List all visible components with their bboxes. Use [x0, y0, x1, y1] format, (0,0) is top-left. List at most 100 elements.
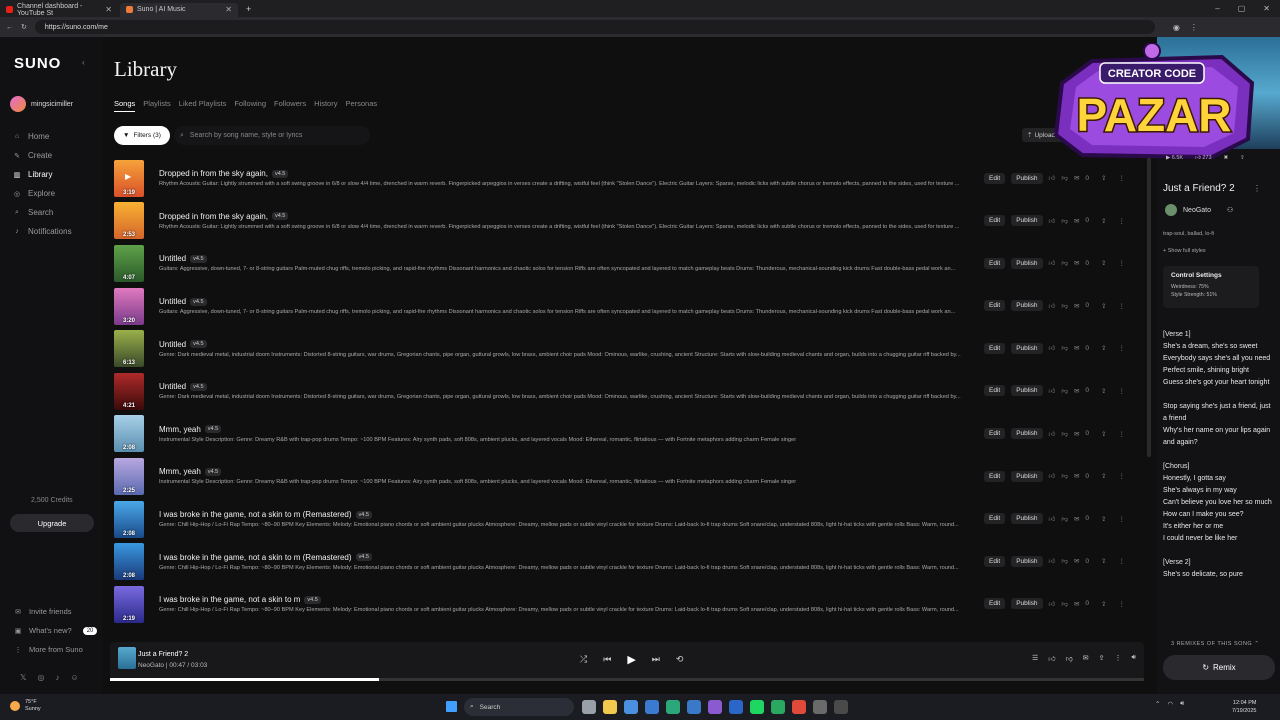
song-thumbnail[interactable]: 4:21	[114, 372, 144, 410]
sidebar-item-library[interactable]: ▥ Library	[13, 165, 72, 184]
more-options-icon[interactable]: ⋮	[1118, 430, 1125, 438]
taskbar-app-icon[interactable]	[666, 700, 680, 714]
song-row[interactable]: 2:08 I was broke in the game, not a skin …	[114, 498, 1149, 541]
edit-button[interactable]: Edit	[984, 428, 1006, 440]
share-icon[interactable]: ⇪	[1101, 259, 1106, 267]
taskbar-app-icon[interactable]	[708, 700, 722, 714]
comment-icon[interactable]: ✉	[1074, 344, 1079, 352]
song-title-text[interactable]: Untitled	[159, 340, 186, 349]
instagram-icon[interactable]: ◎	[37, 673, 44, 682]
song-title-text[interactable]: Untitled	[159, 382, 186, 391]
more-options-icon[interactable]: ⋮	[1118, 472, 1125, 480]
dislike-icon[interactable]: 👎︎	[1061, 217, 1068, 225]
taskbar-app-icon[interactable]	[603, 700, 617, 714]
taskbar-app-icon[interactable]	[582, 700, 596, 714]
suno-logo[interactable]: SUNO	[14, 55, 61, 72]
publish-button[interactable]: Publish	[1011, 385, 1043, 397]
tab-followers[interactable]: Followers	[274, 99, 306, 112]
more-options-icon[interactable]: ⋮	[1118, 217, 1125, 225]
playback-progress-bar[interactable]	[110, 678, 1144, 681]
song-row[interactable]: 2:08 Mmm, yeah v4.5 Instrumental Style Desc…	[114, 413, 1149, 456]
more-options-icon[interactable]: ⋮	[1118, 387, 1125, 395]
weather-widget[interactable]: 75°F Sunny	[10, 699, 41, 713]
dislike-icon[interactable]: 👎︎	[1061, 430, 1068, 438]
publish-button[interactable]: Publish	[1011, 598, 1043, 610]
like-icon[interactable]: 👍︎	[1049, 430, 1056, 438]
more-options-icon[interactable]: ⋮	[1118, 557, 1125, 565]
dislike-icon[interactable]: 👎︎	[1061, 302, 1068, 310]
comment-icon[interactable]: ✉	[1074, 174, 1079, 182]
share-icon[interactable]: ⇪	[1240, 155, 1245, 161]
remix-button[interactable]: ↻ Remix	[1163, 655, 1275, 680]
song-thumbnail[interactable]: 2:19	[114, 585, 144, 623]
edit-button[interactable]: Edit	[984, 342, 1006, 354]
publish-button[interactable]: Publish	[1011, 172, 1043, 184]
song-title-text[interactable]: I was broke in the game, not a skin to m…	[159, 553, 352, 562]
dislike-icon[interactable]: 👎︎	[1061, 472, 1068, 480]
song-thumbnail[interactable]: 2:53	[114, 202, 144, 240]
dislike-icon[interactable]: 👎︎	[1061, 344, 1068, 352]
like-icon[interactable]: 👍︎	[1049, 302, 1056, 310]
edit-button[interactable]: Edit	[984, 555, 1006, 567]
like-icon[interactable]: 👍︎	[1049, 472, 1056, 480]
like-icon[interactable]: 👍︎	[1049, 344, 1056, 352]
dislike-icon[interactable]: 👎︎	[1061, 259, 1068, 267]
publish-button[interactable]: Publish	[1011, 428, 1043, 440]
play-icon[interactable]: ▶	[125, 172, 131, 181]
song-title-text[interactable]: Untitled	[159, 297, 186, 306]
song-row[interactable]: 2:08 I was broke in the game, not a skin …	[114, 540, 1149, 583]
tab-close-icon[interactable]: ✕	[225, 5, 232, 14]
publish-button[interactable]: Publish	[1011, 513, 1043, 525]
edit-button[interactable]: Edit	[984, 598, 1006, 610]
maximize-icon[interactable]: ▢	[1238, 4, 1246, 13]
taskbar-app-icon[interactable]	[729, 700, 743, 714]
share-icon[interactable]: ⇪	[1101, 302, 1106, 310]
share-icon[interactable]: ⇪	[1101, 217, 1106, 225]
filters-button[interactable]: ▼ Filters (3)	[114, 126, 170, 145]
dislike-icon[interactable]: 👎︎	[1061, 515, 1068, 523]
sidebar-item-search[interactable]: ⌕ Search	[13, 203, 72, 222]
show-full-styles-link[interactable]: + Show full styles	[1163, 248, 1206, 254]
taskbar-clock[interactable]: 12:04 PM 7/19/2025	[1232, 699, 1256, 715]
edit-button[interactable]: Edit	[984, 513, 1006, 525]
sidebar-item-explore[interactable]: ◎ Explore	[13, 184, 72, 203]
more-options-icon[interactable]: ⋮	[1118, 174, 1125, 182]
song-title-text[interactable]: Dropped in from the sky again,	[159, 169, 268, 178]
song-thumbnail[interactable]: 6:13	[114, 330, 144, 368]
publish-button[interactable]: Publish	[1011, 215, 1043, 227]
song-thumbnail[interactable]: 2:25	[114, 457, 144, 495]
tab-close-icon[interactable]: ✕	[105, 5, 112, 14]
tab-playlists[interactable]: Playlists	[143, 99, 171, 112]
song-row[interactable]: 2:19 I was broke in the game, not a skin …	[114, 583, 1149, 626]
taskbar-app-icon[interactable]	[645, 700, 659, 714]
edit-button[interactable]: Edit	[984, 257, 1006, 269]
search-input[interactable]	[189, 132, 360, 139]
back-icon[interactable]: ←	[6, 24, 13, 31]
tab-following[interactable]: Following	[234, 99, 266, 112]
upgrade-button[interactable]: Upgrade	[10, 514, 94, 532]
share-icon[interactable]: ⇪	[1101, 557, 1106, 565]
dislike-icon[interactable]: 👎︎	[1061, 600, 1068, 608]
like-icon[interactable]: 👍︎	[1049, 600, 1056, 608]
song-list-scrollbar[interactable]	[1147, 157, 1151, 457]
more-icon[interactable]: ⋮	[1114, 654, 1121, 663]
song-row[interactable]: ▶ 3:19 Dropped in from the sky again, v4.5 R…	[114, 157, 1149, 200]
player-title[interactable]: Just a Friend? 2	[138, 651, 188, 658]
publish-button[interactable]: Publish	[1011, 300, 1043, 312]
previous-icon[interactable]: ⏮	[603, 654, 611, 665]
song-thumbnail[interactable]: 2:08	[114, 415, 144, 453]
new-tab-icon[interactable]: +	[246, 4, 251, 14]
tab-history[interactable]: History	[314, 99, 337, 112]
dislike-icon[interactable]: 👎︎	[1066, 654, 1073, 663]
like-icon[interactable]: 👍︎	[1049, 259, 1056, 267]
publish-button[interactable]: Publish	[1011, 555, 1043, 567]
edit-button[interactable]: Edit	[984, 215, 1006, 227]
like-icon[interactable]: 👍︎	[1049, 217, 1056, 225]
publish-button[interactable]: Publish	[1011, 470, 1043, 482]
like-icon[interactable]: 👍︎	[1049, 387, 1056, 395]
song-row[interactable]: 6:13 Untitled v4.5 Genre: Dark medieval met…	[114, 327, 1149, 370]
edit-button[interactable]: Edit	[984, 470, 1006, 482]
share-icon[interactable]: ⇪	[1101, 515, 1106, 523]
tab-personas[interactable]: Personas	[345, 99, 377, 112]
taskbar-app-icon[interactable]	[750, 700, 764, 714]
